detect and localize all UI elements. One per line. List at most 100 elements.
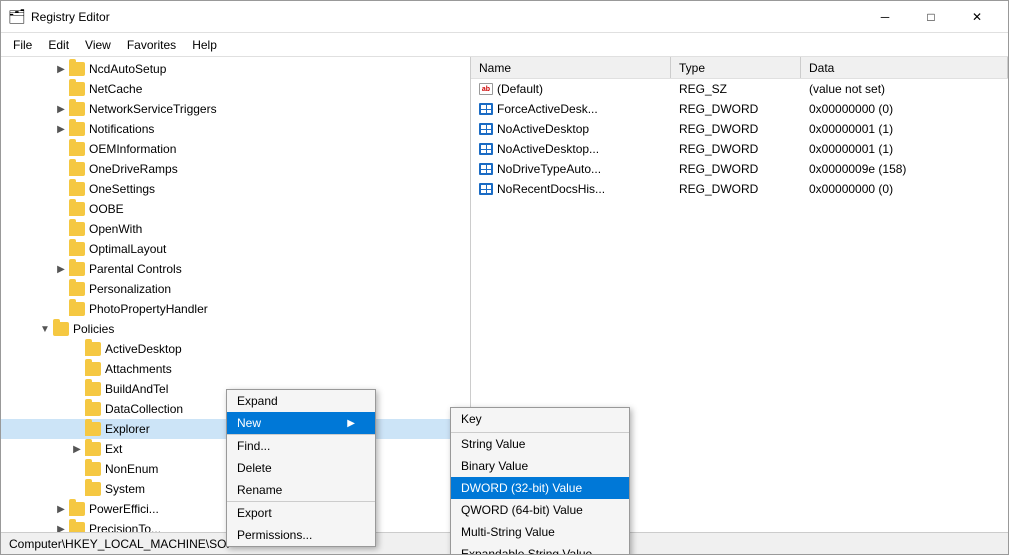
ctx-rename[interactable]: Rename (227, 479, 375, 501)
ctx-new[interactable]: New ▶ (227, 412, 375, 434)
tree-item-photoproperty[interactable]: PhotoPropertyHandler (1, 299, 470, 319)
expander-icon: ▶ (53, 101, 69, 117)
sub-dword-value[interactable]: DWORD (32-bit) Value (451, 477, 629, 499)
tree-label: Attachments (105, 362, 172, 376)
menu-help[interactable]: Help (184, 33, 225, 56)
row-name: NoActiveDesktop (471, 121, 671, 137)
expander-icon: ▶ (53, 261, 69, 277)
ctx-permissions[interactable]: Permissions... (227, 524, 375, 546)
table-row[interactable]: NoRecentDocsHis... REG_DWORD 0x00000000 … (471, 179, 1008, 199)
tree-item-activedesktop[interactable]: ActiveDesktop (1, 339, 470, 359)
row-name: NoRecentDocsHis... (471, 181, 671, 197)
tree-label: ActiveDesktop (105, 342, 182, 356)
tree-item-policies[interactable]: ▼ Policies (1, 319, 470, 339)
folder-icon (85, 462, 101, 476)
tree-item-openwith[interactable]: OpenWith (1, 219, 470, 239)
tree-label: OpenWith (89, 222, 142, 236)
tree-item-optimallayout[interactable]: OptimalLayout (1, 239, 470, 259)
row-data: 0x00000000 (0) (801, 181, 1008, 197)
expander-icon (69, 461, 85, 477)
menu-file[interactable]: File (5, 33, 40, 56)
folder-icon (85, 362, 101, 376)
sub-key[interactable]: Key (451, 408, 629, 430)
row-type: REG_DWORD (671, 161, 801, 177)
expander-icon: ▶ (53, 521, 69, 532)
row-type: REG_DWORD (671, 181, 801, 197)
tree-item-netcache[interactable]: NetCache (1, 79, 470, 99)
table-row[interactable]: NoDriveTypeAuto... REG_DWORD 0x0000009e … (471, 159, 1008, 179)
tree-label: OneDriveRamps (89, 162, 178, 176)
tree-label: BuildAndTel (105, 382, 168, 396)
table-header: Name Type Data (471, 57, 1008, 79)
tree-label: OEMInformation (89, 142, 176, 156)
expander-icon (69, 361, 85, 377)
tree-item-notifications[interactable]: ▶ Notifications (1, 119, 470, 139)
dword-badge (479, 103, 493, 115)
table-row[interactable]: ForceActiveDesk... REG_DWORD 0x00000000 … (471, 99, 1008, 119)
tree-item-ncdautosetup[interactable]: ▶ NcdAutoSetup (1, 59, 470, 79)
folder-icon (69, 122, 85, 136)
maximize-button[interactable]: □ (908, 1, 954, 33)
minimize-button[interactable]: ─ (862, 1, 908, 33)
folder-icon (85, 342, 101, 356)
expander-icon: ▶ (53, 501, 69, 517)
sub-expandable-string[interactable]: Expandable String Value (451, 543, 629, 555)
col-type: Type (671, 57, 801, 78)
menu-view[interactable]: View (77, 33, 119, 56)
expander-icon (69, 381, 85, 397)
row-name: NoActiveDesktop... (471, 141, 671, 157)
expander-icon (53, 241, 69, 257)
tree-item-networkservice[interactable]: ▶ NetworkServiceTriggers (1, 99, 470, 119)
row-name: NoDriveTypeAuto... (471, 161, 671, 177)
window-title: Registry Editor (31, 10, 862, 24)
sub-binary-value[interactable]: Binary Value (451, 455, 629, 477)
app-icon: 🗂 (9, 9, 25, 25)
table-row[interactable]: NoActiveDesktop REG_DWORD 0x00000001 (1) (471, 119, 1008, 139)
tree-item-oobe[interactable]: OOBE (1, 199, 470, 219)
close-button[interactable]: ✕ (954, 1, 1000, 33)
dword-badge (479, 183, 493, 195)
tree-item-personalization[interactable]: Personalization (1, 279, 470, 299)
tree-label: PowerEffici... (89, 502, 159, 516)
sub-menu: Key String Value Binary Value DWORD (32-… (450, 407, 630, 555)
tree-label: PrecisionTo... (89, 522, 161, 532)
tree-label: System (105, 482, 145, 496)
reg-dword-icon (479, 162, 493, 176)
folder-icon (69, 282, 85, 296)
row-data: 0x00000001 (1) (801, 141, 1008, 157)
ctx-find[interactable]: Find... (227, 434, 375, 457)
menu-edit[interactable]: Edit (40, 33, 77, 56)
tree-item-attachments[interactable]: Attachments (1, 359, 470, 379)
folder-icon (69, 242, 85, 256)
tree-item-onedriversamps[interactable]: OneDriveRamps (1, 159, 470, 179)
expander-icon (69, 421, 85, 437)
row-type: REG_SZ (671, 81, 801, 97)
expander-icon: ▶ (53, 121, 69, 137)
tree-item-onesettings[interactable]: OneSettings (1, 179, 470, 199)
table-row[interactable]: NoActiveDesktop... REG_DWORD 0x00000001 … (471, 139, 1008, 159)
expander-icon (53, 81, 69, 97)
tree-item-parentalcontrols[interactable]: ▶ Parental Controls (1, 259, 470, 279)
menu-favorites[interactable]: Favorites (119, 33, 184, 56)
table-row[interactable]: ab (Default) REG_SZ (value not set) (471, 79, 1008, 99)
folder-icon (69, 502, 85, 516)
ctx-export[interactable]: Export (227, 501, 375, 524)
reg-dword-icon (479, 122, 493, 136)
folder-icon (69, 262, 85, 276)
ctx-delete[interactable]: Delete (227, 457, 375, 479)
expander-icon (69, 341, 85, 357)
ctx-expand[interactable]: Expand (227, 390, 375, 412)
reg-sz-icon: ab (479, 82, 493, 96)
folder-icon (69, 202, 85, 216)
window-controls: ─ □ ✕ (862, 1, 1000, 33)
sub-multi-string[interactable]: Multi-String Value (451, 521, 629, 543)
tree-label: DataCollection (105, 402, 183, 416)
sub-qword-value[interactable]: QWORD (64-bit) Value (451, 499, 629, 521)
sub-string-value[interactable]: String Value (451, 432, 629, 455)
tree-item-oeminformation[interactable]: OEMInformation (1, 139, 470, 159)
folder-icon (69, 522, 85, 532)
expander-icon (69, 481, 85, 497)
tree-label: OOBE (89, 202, 124, 216)
row-name: ab (Default) (471, 81, 671, 97)
tree-label: NetworkServiceTriggers (89, 102, 217, 116)
